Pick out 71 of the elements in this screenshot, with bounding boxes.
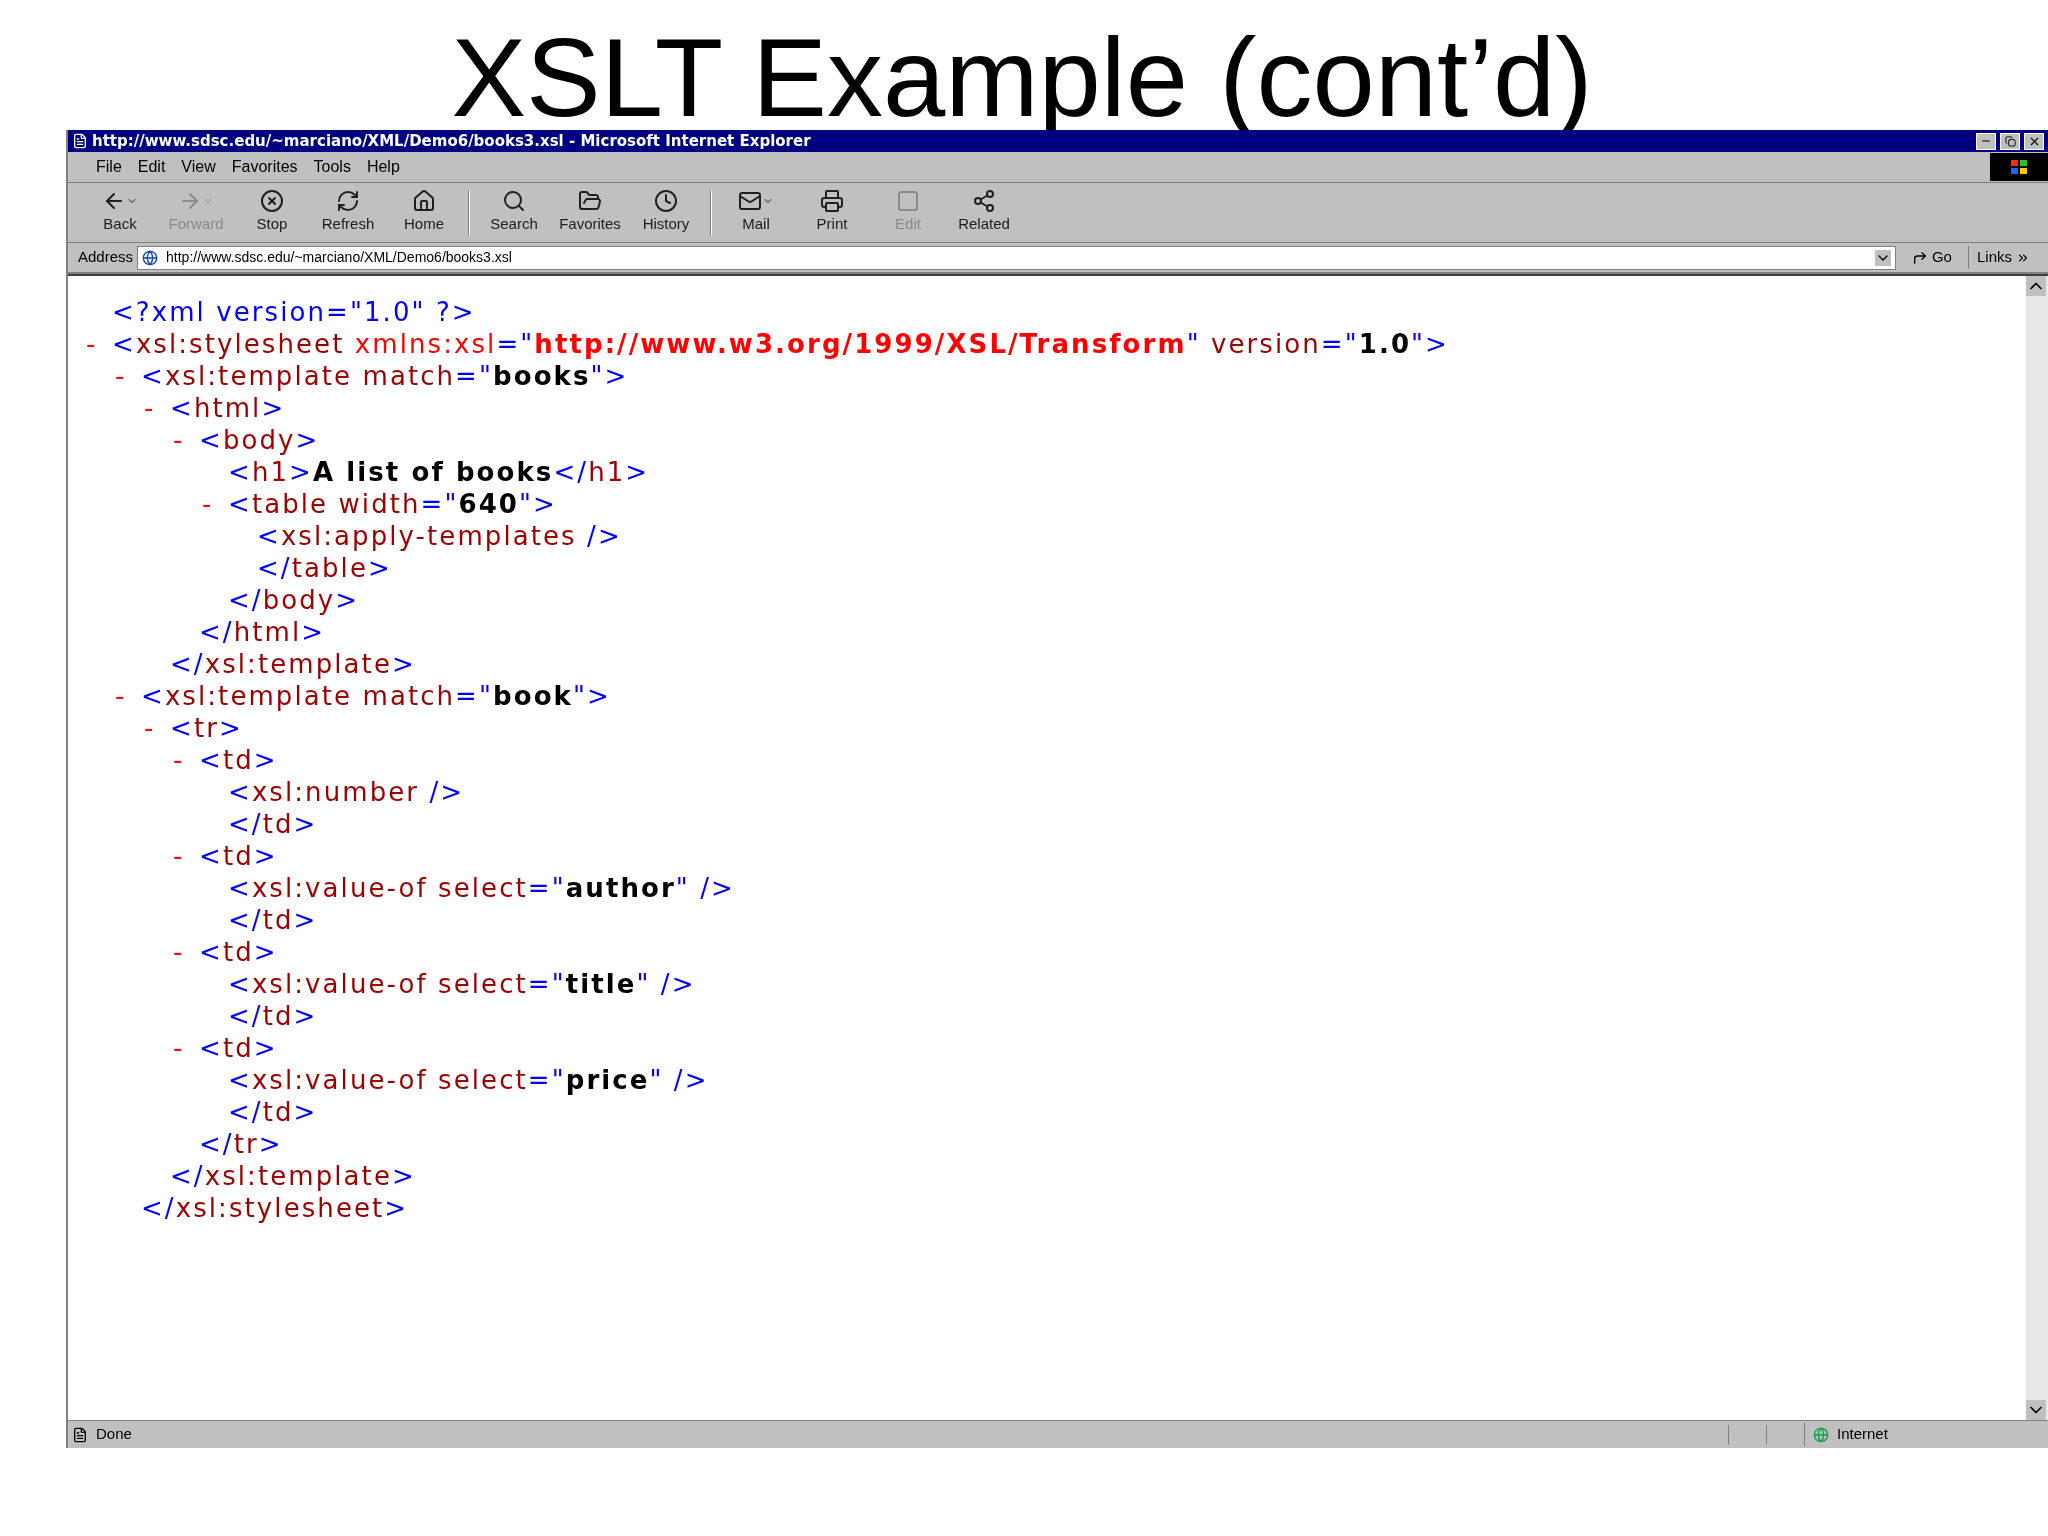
code-line: <xsl:number /> — [228, 775, 465, 809]
scroll-up-icon[interactable] — [2026, 276, 2046, 296]
collapse-toggle[interactable]: - — [173, 1028, 185, 1068]
minimize-button[interactable] — [1976, 132, 1996, 150]
code-line: </table> — [257, 551, 392, 585]
toolbar-button[interactable]: Mail — [718, 189, 794, 236]
collapse-toggle[interactable]: - — [173, 932, 185, 972]
address-field[interactable]: http://www.sdsc.edu/~marciano/XML/Demo6/books3.xsl — [137, 245, 1896, 270]
menu-item[interactable]: File — [88, 155, 130, 179]
menu-item[interactable]: Edit — [129, 155, 174, 179]
code-line: </tr> — [199, 1127, 283, 1161]
restore-button[interactable] — [2000, 132, 2020, 150]
stop-icon — [260, 189, 284, 214]
collapse-toggle[interactable]: - — [173, 836, 185, 876]
address-label: Address — [78, 247, 134, 268]
scroll-down-icon[interactable] — [2026, 1400, 2046, 1420]
toolbar-button[interactable]: Print — [794, 189, 870, 236]
go-button[interactable]: Go — [1899, 246, 1964, 269]
status-text: Done — [96, 1424, 133, 1445]
code-line: </td> — [228, 999, 318, 1033]
code-line: <xsl:value-of select="price" /> — [228, 1063, 709, 1097]
globe-icon — [1813, 1426, 1829, 1443]
go-arrow-icon — [1911, 249, 1928, 266]
links-button[interactable]: Links — [1967, 246, 2038, 269]
code-line: <td> — [199, 1031, 278, 1065]
code-line: </body> — [228, 583, 360, 617]
collapse-toggle[interactable]: - — [202, 484, 214, 524]
menu-item[interactable]: Favorites — [223, 155, 306, 179]
collapse-toggle[interactable]: - — [86, 324, 98, 364]
code-line: <body> — [199, 423, 320, 457]
clock-icon — [654, 189, 678, 214]
collapse-toggle[interactable]: - — [115, 676, 127, 716]
scrollbar[interactable] — [2026, 276, 2048, 1420]
restore-icon — [2004, 135, 2016, 147]
code-line: <xsl:value-of select="title" /> — [228, 967, 696, 1001]
menu-item[interactable]: View — [173, 155, 224, 179]
code-line: </td> — [228, 807, 318, 841]
windows-logo-icon — [1990, 153, 2048, 181]
share-icon — [972, 189, 996, 214]
toolbar-button[interactable]: Related — [946, 189, 1022, 236]
toolbar-button[interactable]: Refresh — [310, 189, 386, 236]
code-line: <table width="640"> — [228, 487, 557, 521]
home-icon — [412, 189, 436, 214]
code-line: <td> — [199, 935, 278, 969]
code-line: <?xml version="1.0" ?> — [112, 295, 476, 329]
code-line: </xsl:template> — [170, 1159, 416, 1193]
code-line: <h1>A list of books</h1> — [228, 455, 650, 489]
toolbar-button[interactable]: History — [628, 189, 704, 236]
code-line: <td> — [199, 743, 278, 777]
toolbar-button[interactable]: Home — [386, 189, 462, 236]
toolbar-button[interactable]: Search — [476, 189, 552, 236]
printer-icon — [820, 189, 844, 214]
toolbar-button[interactable]: Favorites — [552, 189, 628, 236]
toolbar-button[interactable]: Back — [82, 189, 158, 236]
code-line: </td> — [228, 903, 318, 937]
code-line: <td> — [199, 839, 278, 873]
search-icon — [502, 189, 526, 214]
code-line: </xsl:stylesheet> — [141, 1191, 409, 1225]
code-line: <xsl:apply-templates /> — [257, 519, 622, 553]
dropdown-icon[interactable] — [1874, 249, 1891, 266]
refresh-icon — [336, 189, 360, 214]
toolbar-button[interactable]: Stop — [234, 189, 310, 236]
square-icon — [896, 189, 920, 214]
menu-item[interactable]: Tools — [305, 155, 359, 179]
zone-text: Internet — [1837, 1424, 1888, 1445]
code-line: </html> — [199, 615, 326, 649]
close-button[interactable] — [2024, 132, 2044, 150]
code-line: </td> — [228, 1095, 318, 1129]
menu-item[interactable]: Help — [358, 155, 408, 179]
code-line: <xsl:value-of select="author" /> — [228, 871, 735, 905]
code-line: </xsl:template> — [170, 647, 416, 681]
